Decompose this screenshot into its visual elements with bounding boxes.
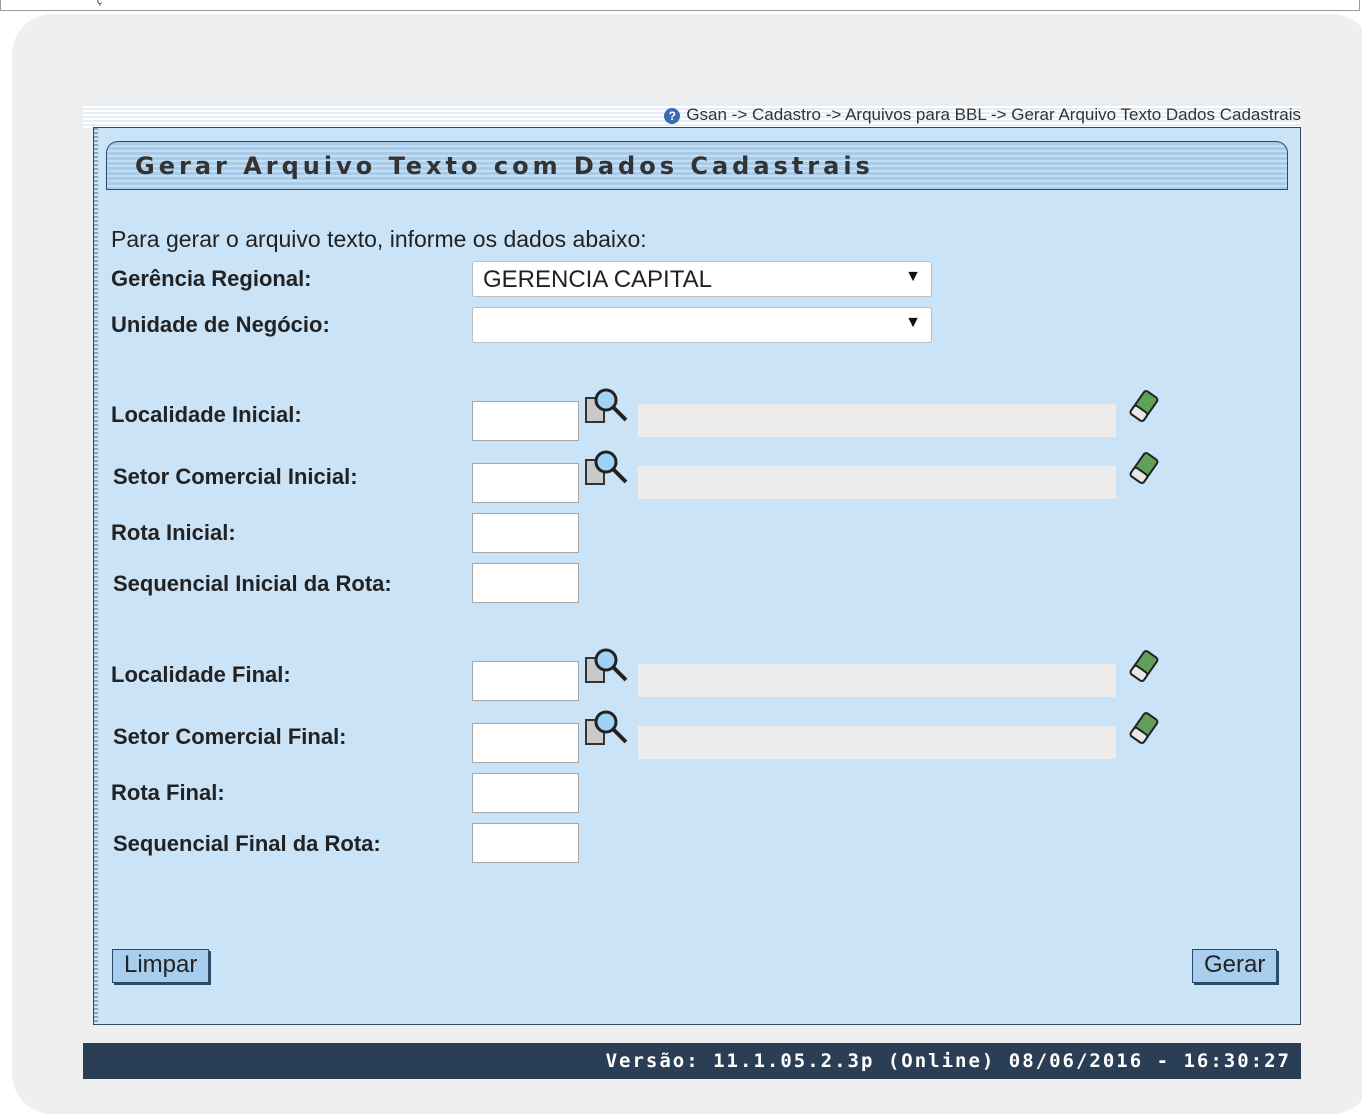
- eraser-icon[interactable]: [1124, 386, 1164, 426]
- top-bar: ç: [0, 0, 1360, 11]
- title-bar: Gerar Arquivo Texto com Dados Cadastrais: [106, 141, 1288, 190]
- setor-comercial-inicial-label: Setor Comercial Inicial:: [113, 464, 358, 489]
- setor-comercial-final-description: [638, 726, 1116, 759]
- version-text: Versão: 11.1.05.2.3p (Online) 08/06/2016…: [605, 1050, 1291, 1072]
- setor-comercial-inicial-input[interactable]: [472, 463, 579, 503]
- localidade-final-label: Localidade Final:: [111, 662, 291, 687]
- sequencial-final-label: Sequencial Final da Rota:: [113, 831, 381, 856]
- localidade-inicial-input[interactable]: [472, 401, 579, 441]
- magnifier-icon[interactable]: [584, 646, 632, 686]
- breadcrumb: ? Gsan -> Cadastro -> Arquivos para BBL -…: [664, 105, 1301, 125]
- setor-comercial-final-input[interactable]: [472, 723, 579, 763]
- localidade-inicial-description: [638, 404, 1116, 437]
- gerar-button[interactable]: Gerar: [1192, 949, 1278, 983]
- gerencia-regional-select[interactable]: GERENCIA CAPITAL ▼: [472, 261, 932, 297]
- setor-comercial-final-label: Setor Comercial Final:: [113, 724, 347, 749]
- unidade-negocio-select[interactable]: ▼: [472, 307, 932, 343]
- breadcrumb-text: Gsan -> Cadastro -> Arquivos para BBL ->…: [686, 105, 1301, 124]
- setor-comercial-inicial-description: [638, 466, 1116, 499]
- intro-text: Para gerar o arquivo texto, informe os d…: [111, 226, 647, 252]
- dropdown-arrow-icon: ▼: [905, 314, 921, 331]
- limpar-button[interactable]: Limpar: [112, 949, 210, 983]
- rota-final-input[interactable]: [472, 773, 579, 813]
- main-panel: Gerar Arquivo Texto com Dados Cadastrais…: [93, 127, 1301, 1025]
- sequencial-inicial-label: Sequencial Inicial da Rota:: [113, 571, 392, 596]
- localidade-final-description: [638, 664, 1116, 697]
- eraser-icon[interactable]: [1124, 448, 1164, 488]
- gerencia-regional-value: GERENCIA CAPITAL: [483, 266, 712, 293]
- sequencial-final-input[interactable]: [472, 823, 579, 863]
- footer-bar: Versão: 11.1.05.2.3p (Online) 08/06/2016…: [83, 1043, 1301, 1079]
- localidade-inicial-label: Localidade Inicial:: [111, 402, 302, 427]
- help-icon[interactable]: ?: [664, 107, 681, 124]
- eraser-icon[interactable]: [1124, 708, 1164, 748]
- magnifier-icon[interactable]: [584, 386, 632, 426]
- unidade-negocio-label: Unidade de Negócio:: [111, 312, 330, 337]
- page-title: Gerar Arquivo Texto com Dados Cadastrais: [135, 152, 874, 180]
- rota-inicial-input[interactable]: [472, 513, 579, 553]
- eraser-icon[interactable]: [1124, 646, 1164, 686]
- localidade-final-input[interactable]: [472, 661, 579, 701]
- magnifier-icon[interactable]: [584, 708, 632, 748]
- sequencial-inicial-input[interactable]: [472, 563, 579, 603]
- gerencia-regional-label: Gerência Regional:: [111, 266, 312, 291]
- top-bar-text: ç: [97, 0, 102, 7]
- dropdown-arrow-icon: ▼: [905, 268, 921, 285]
- magnifier-icon[interactable]: [584, 448, 632, 488]
- rota-final-label: Rota Final:: [111, 780, 225, 805]
- rota-inicial-label: Rota Inicial:: [111, 520, 236, 545]
